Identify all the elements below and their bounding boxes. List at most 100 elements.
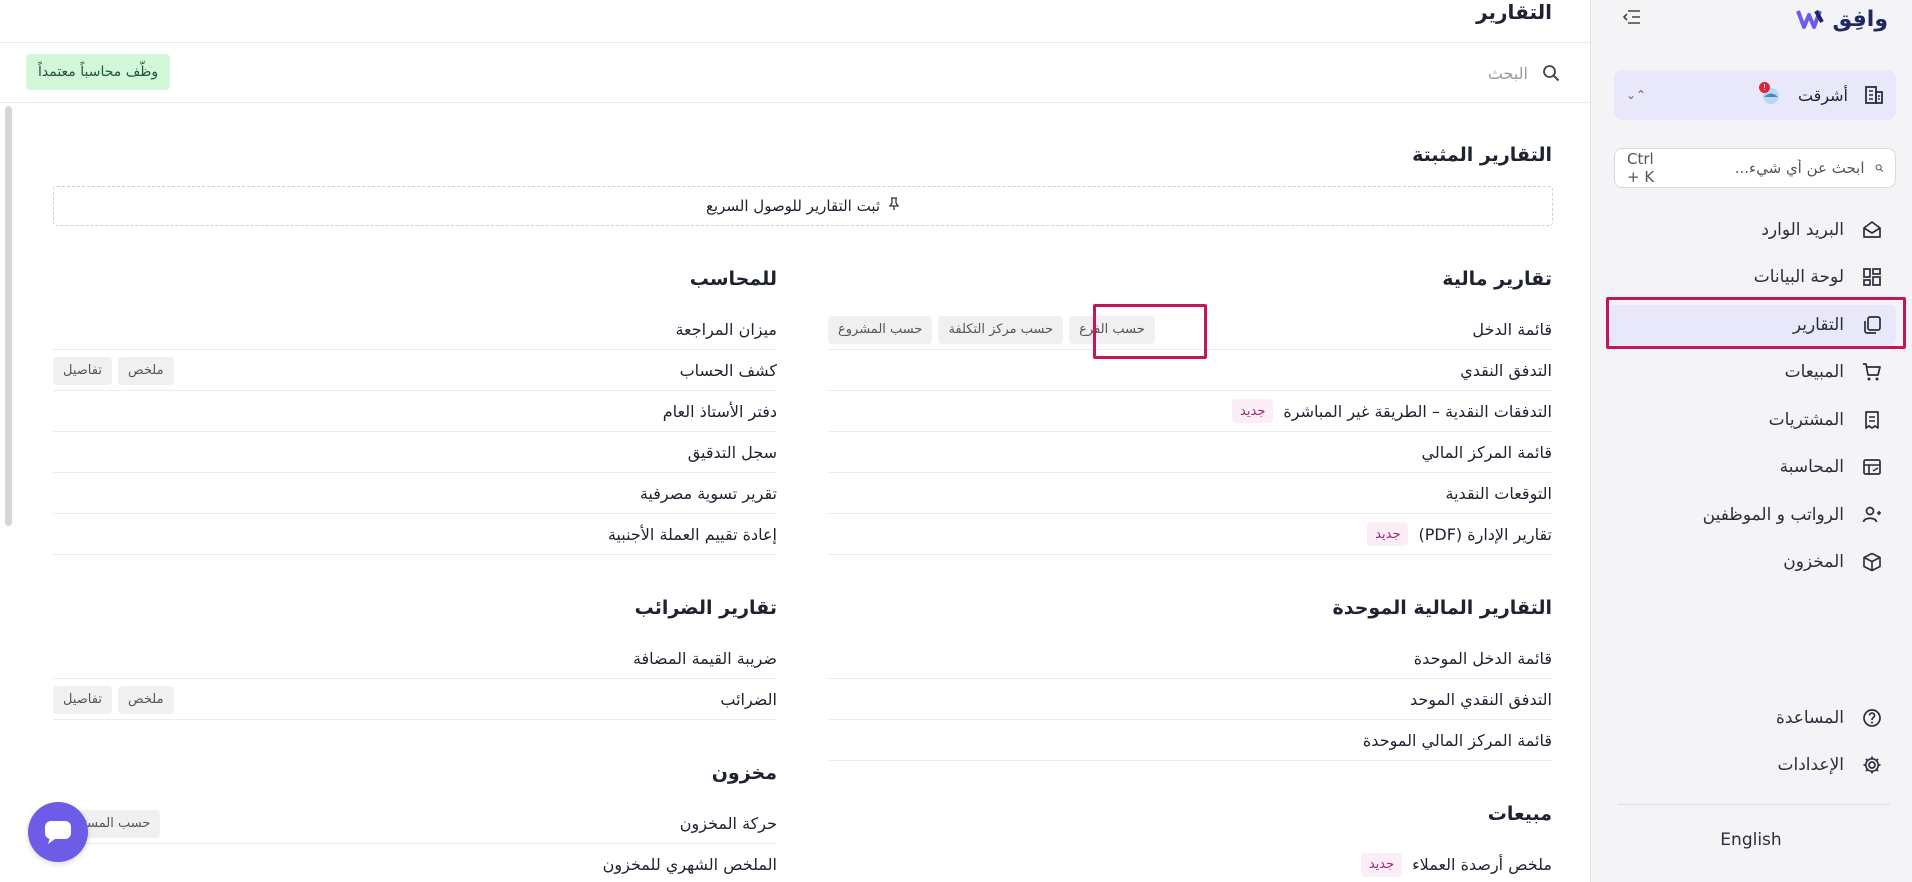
report-link[interactable]: قائمة المركز المالي	[1422, 443, 1552, 462]
sidebar-item-accounting[interactable]: المحاسبة	[1590, 444, 1912, 492]
report-link[interactable]: تقارير الإدارة (PDF)	[1418, 525, 1552, 544]
report-row-account-statement: كشف الحساب تفاصيل ملخص	[53, 350, 777, 391]
report-row-consolidated-cash-flow: التدفق النقدي الموحد	[828, 679, 1552, 720]
details-tag[interactable]: تفاصيل	[53, 685, 112, 714]
global-search-input[interactable]	[1670, 159, 1865, 177]
pin-icon	[888, 197, 900, 215]
financial-reports-list: قائمة الدخل حسب المشروع حسب مركز التكلفة…	[828, 309, 1552, 555]
chevron-updown-icon: ⌃⌄	[1626, 88, 1647, 102]
sidebar-nav: البريد الوارد لوحة البيانات التقارير الم…	[1590, 206, 1912, 586]
chat-icon	[45, 821, 71, 844]
search-shortcut: Ctrl + K	[1627, 150, 1655, 186]
receipt-icon	[1860, 408, 1884, 432]
summary-tag[interactable]: ملخص	[117, 685, 174, 714]
brand-logo[interactable]: وافِق	[1795, 5, 1888, 33]
report-link[interactable]: التدفق النقدي الموحد	[1410, 690, 1552, 709]
sidebar-item-label: المشتريات	[1768, 409, 1844, 430]
report-link[interactable]: التدفقات النقدية – الطريقة غير المباشرة	[1283, 402, 1552, 421]
report-link[interactable]: قائمة المركز المالي الموحدة	[1363, 731, 1552, 750]
report-link[interactable]: الضرائب	[720, 690, 777, 709]
report-link[interactable]: ضريبة القيمة المضافة	[633, 649, 777, 668]
report-link[interactable]: كشف الحساب	[680, 361, 777, 380]
report-row-stock-movement: حركة المخزون حسب المستودع	[53, 803, 777, 844]
report-link[interactable]: تقرير تسوية مصرفية	[640, 484, 777, 503]
dashboard-icon	[1860, 265, 1884, 289]
report-link[interactable]: سجل التدقيق	[688, 443, 777, 462]
consolidated-reports-list: قائمة الدخل الموحدة التدفق النقدي الموحد…	[828, 638, 1552, 761]
inventory-reports-list: حركة المخزون حسب المستودع الملخص الشهري …	[53, 803, 777, 882]
header-divider	[0, 42, 1590, 43]
sidebar-item-purchases[interactable]: المشتريات	[1590, 396, 1912, 444]
report-link[interactable]: ملخص أرصدة العملاء	[1412, 855, 1552, 874]
report-link[interactable]: التدفق النقدي	[1460, 361, 1552, 380]
report-link[interactable]: إعادة تقييم العملة الأجنبية	[608, 525, 777, 544]
report-row-audit-log: سجل التدقيق	[53, 432, 777, 473]
sidebar-item-help[interactable]: المساعدة	[1590, 694, 1912, 742]
sidebar-item-label: المساعدة	[1775, 707, 1844, 728]
company-switcher[interactable]: أشرقت ! ⌃⌄	[1614, 70, 1896, 120]
sidebar-item-inventory[interactable]: المخزون	[1590, 539, 1912, 587]
filter-by-cost-center[interactable]: حسب مركز التكلفة	[938, 315, 1064, 344]
summary-tag[interactable]: ملخص	[117, 356, 174, 385]
sidebar-item-label: لوحة البيانات	[1753, 267, 1844, 288]
consolidated-reports-title: التقارير المالية الموحدة	[1332, 597, 1552, 619]
chat-support-button[interactable]	[28, 802, 88, 862]
report-filters: تفاصيل ملخص	[53, 679, 174, 720]
company-name: أشرقت	[1797, 85, 1848, 105]
pinned-reports-area: ثبت التقارير للوصول السريع	[53, 186, 1553, 226]
inbox-icon	[1860, 218, 1884, 242]
sidebar-item-sales[interactable]: المبيعات	[1590, 349, 1912, 397]
collapse-icon	[1622, 10, 1640, 24]
search-icon	[1540, 62, 1562, 84]
search-icon	[1875, 164, 1883, 172]
report-row-fx-revaluation: إعادة تقييم العملة الأجنبية	[53, 514, 777, 555]
sidebar-item-label: المبيعات	[1784, 362, 1844, 383]
report-row-cash-forecast: التوقعات النقدية	[828, 473, 1552, 514]
report-link[interactable]: حركة المخزون	[680, 814, 777, 833]
details-tag[interactable]: تفاصيل	[53, 356, 112, 385]
report-row-cash-flow: التدفق النقدي	[828, 350, 1552, 391]
collapse-sidebar-button[interactable]	[1619, 5, 1645, 29]
new-badge: جديد	[1232, 399, 1274, 423]
brand-name: وافِق	[1832, 6, 1888, 32]
language-switch[interactable]: English	[1590, 830, 1912, 850]
scrollbar-thumb[interactable]	[5, 106, 12, 526]
report-link[interactable]: الملخص الشهري للمخزون	[603, 855, 777, 874]
sidebar: وافِق أشرقت ! ⌃⌄ ابحث عن أي شيء... Ctrl …	[1590, 0, 1912, 882]
filter-by-branch[interactable]: حسب الفرع	[1069, 315, 1155, 344]
hire-accountant-button[interactable]: وظّف محاسباً معتمداً	[26, 54, 171, 90]
sidebar-item-dashboard[interactable]: لوحة البيانات	[1590, 254, 1912, 302]
sidebar-item-inbox[interactable]: البريد الوارد	[1590, 206, 1912, 254]
sales-reports-list: ملخص أرصدة العملاء جديد	[828, 844, 1552, 882]
report-row-balance-sheet: قائمة المركز المالي	[828, 432, 1552, 473]
report-link[interactable]: قائمة الدخل الموحدة	[1414, 649, 1552, 668]
inventory-reports-title: مخزون	[711, 762, 777, 784]
main-content: التقارير وظّف محاسباً معتمداً التقارير ا…	[0, 0, 1590, 882]
global-search[interactable]: Ctrl + K	[1614, 148, 1896, 188]
filter-by-project[interactable]: حسب المشروع	[828, 315, 933, 344]
sidebar-item-label: المحاسبة	[1779, 457, 1844, 478]
report-link[interactable]: ميزان المراجعة	[675, 320, 777, 339]
report-row-customer-balances: ملخص أرصدة العملاء جديد	[828, 844, 1552, 882]
report-link[interactable]: قائمة الدخل	[1472, 320, 1552, 339]
report-row-trial-balance: ميزان المراجعة	[53, 309, 777, 350]
brand-mark-icon	[1795, 7, 1827, 31]
sidebar-bottom-nav: المساعدة الإعدادات	[1590, 694, 1912, 789]
report-link[interactable]: التوقعات النقدية	[1446, 484, 1552, 503]
report-row-bank-reconciliation: تقرير تسوية مصرفية	[53, 473, 777, 514]
sidebar-item-reports[interactable]: التقارير	[1590, 301, 1912, 349]
reports-search[interactable]	[1262, 58, 1562, 88]
reports-icon	[1860, 313, 1884, 337]
cart-icon	[1860, 360, 1884, 384]
building-icon	[1862, 83, 1886, 107]
accountant-reports-list: ميزان المراجعة كشف الحساب تفاصيل ملخص دف…	[53, 309, 777, 555]
report-link[interactable]: دفتر الأستاذ العام	[663, 402, 777, 421]
sidebar-item-settings[interactable]: الإعدادات	[1590, 742, 1912, 790]
sidebar-divider	[1618, 804, 1890, 805]
notification-badge: !	[1758, 82, 1770, 93]
report-row-cash-flow-indirect: التدفقات النقدية – الطريقة غير المباشرة …	[828, 391, 1552, 432]
sales-reports-title: مبيعات	[1487, 803, 1552, 825]
reports-search-input[interactable]	[1328, 63, 1528, 83]
accountant-reports-title: للمحاسب	[689, 268, 777, 290]
sidebar-item-payroll[interactable]: الرواتب و الموظفين	[1590, 491, 1912, 539]
